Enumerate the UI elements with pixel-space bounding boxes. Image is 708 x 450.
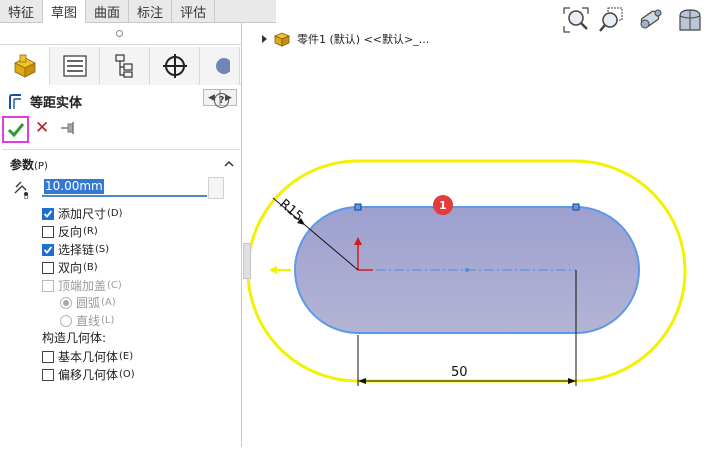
add-dimensions-key: (D) (107, 208, 123, 219)
offset-geometry-checkbox[interactable] (42, 368, 54, 381)
configuration-tree-icon (114, 54, 133, 78)
graphics-area[interactable]: R15 50 1 (243, 23, 708, 447)
zoom-fit-icon[interactable] (562, 6, 590, 34)
offset-geometry-label: 偏移几何体 (58, 368, 119, 382)
part-name: 零件1 (默认) <<默认>_... (297, 33, 430, 46)
bidirectional-key: (B) (83, 262, 98, 273)
select-chain-key: (S) (95, 244, 110, 255)
expand-arrow-icon[interactable] (262, 35, 267, 43)
tab-sketch[interactable]: 草图 (43, 0, 87, 23)
help-icon[interactable]: ? (214, 93, 229, 108)
option-cap-line: 直线 (L) (60, 312, 114, 329)
section-view-icon[interactable] (676, 6, 704, 34)
manager-tabs (0, 47, 242, 85)
offset-distance-icon: D (14, 181, 29, 199)
tab-evaluate[interactable]: 评估 (172, 0, 216, 23)
chevron-up-icon[interactable] (224, 159, 234, 169)
midpoint (465, 268, 469, 272)
reverse-checkbox[interactable] (42, 225, 54, 238)
previous-view-icon[interactable] (636, 6, 664, 34)
feature-manager-tab[interactable] (0, 47, 50, 85)
command-tabs: 特征 草图 曲面 标注 评估 (0, 0, 276, 23)
option-cap-ends: 顶端加盖 (C) (42, 277, 122, 294)
panel-grip[interactable] (0, 23, 242, 45)
crosshair-icon (162, 54, 187, 78)
offset-entities-icon (9, 93, 21, 109)
add-dimensions-label: 添加尺寸 (58, 207, 107, 221)
tab-features[interactable]: 特征 (0, 0, 44, 23)
cancel-button[interactable]: ✕ (35, 119, 51, 137)
bidirectional-label: 双向 (58, 261, 83, 275)
option-bidirectional[interactable]: 双向 (B) (42, 259, 98, 276)
pin-button[interactable] (60, 120, 78, 136)
offset-geometry-key: (O) (119, 369, 135, 380)
distance-value[interactable]: 10.00mm (44, 179, 104, 194)
cap-arc-key: (A) (101, 297, 116, 308)
check-icon (43, 245, 53, 254)
tab-surfaces[interactable]: 曲面 (86, 0, 130, 23)
pin-icon (61, 122, 74, 134)
sketch-point[interactable] (572, 203, 580, 211)
parameters-group-label: 参数(P) (10, 157, 48, 172)
panel-collapse-handle[interactable] (243, 243, 251, 279)
option-reverse[interactable]: 反向 (R) (42, 223, 98, 240)
property-manager-tab[interactable] (50, 47, 100, 85)
sketch-canvas[interactable]: R15 50 1 (243, 23, 708, 447)
construction-geometry-label: 构造几何体: (42, 331, 107, 345)
dimxpert-manager-tab[interactable] (150, 47, 200, 85)
zoom-area-icon[interactable] (598, 6, 626, 34)
parameters-group-header[interactable]: 参数(P) (10, 155, 234, 173)
base-geometry-label: 基本几何体 (58, 350, 119, 364)
distance-input[interactable]: 10.00mm (42, 177, 207, 197)
add-dimensions-checkbox[interactable] (42, 207, 54, 220)
configuration-manager-tab[interactable] (100, 47, 150, 85)
cap-arc-radio (60, 296, 72, 309)
appearance-sphere-icon (215, 58, 230, 74)
cap-line-key: (L) (101, 315, 115, 326)
ok-button[interactable] (2, 116, 29, 143)
option-offset-geometry[interactable]: 偏移几何体 (O) (42, 366, 135, 383)
property-manager-panel: ◀ ▶ 等距实体 ? ✕ 参数(P) D 10.00mm 添加尺寸 (D) 反向… (0, 23, 242, 447)
length-dimension[interactable]: 50 (451, 365, 468, 380)
option-select-chain[interactable]: 选择链 (S) (42, 241, 109, 258)
display-manager-tab[interactable] (200, 47, 240, 85)
cap-line-label: 直线 (76, 314, 101, 328)
checkmark-icon (7, 122, 24, 137)
dimension-arrowhead (568, 378, 576, 384)
tab-markup[interactable]: 标注 (129, 0, 173, 23)
base-geometry-key: (E) (119, 351, 134, 362)
sketch-point[interactable] (354, 203, 362, 211)
cap-arc-label: 圆弧 (76, 296, 101, 310)
base-geometry-checkbox[interactable] (42, 350, 54, 363)
check-icon (43, 209, 53, 218)
dimension-arrowhead (358, 378, 366, 384)
offset-direction-arrowhead[interactable] (269, 266, 277, 274)
cap-ends-key: (C) (107, 280, 122, 291)
option-cap-arc: 圆弧 (A) (60, 294, 116, 311)
callout-badge-number: 1 (439, 199, 447, 212)
grip-dot-icon (116, 30, 123, 37)
cap-ends-checkbox (42, 279, 54, 292)
select-chain-checkbox[interactable] (42, 243, 54, 256)
feature-header: 等距实体 (8, 92, 82, 111)
part-icon (273, 32, 291, 47)
cap-ends-label: 顶端加盖 (58, 279, 107, 293)
bidirectional-checkbox[interactable] (42, 261, 54, 274)
svg-text:D: D (24, 194, 29, 199)
property-list-icon (62, 55, 87, 77)
feature-title: 等距实体 (30, 96, 83, 111)
option-base-geometry[interactable]: 基本几何体 (E) (42, 348, 133, 365)
reverse-label: 反向 (58, 225, 83, 239)
divider (2, 149, 240, 150)
option-add-dimensions[interactable]: 添加尺寸 (D) (42, 205, 123, 222)
feature-tree-icon (13, 54, 36, 78)
distance-spinner[interactable] (208, 177, 224, 199)
reverse-key: (R) (83, 226, 98, 237)
select-chain-label: 选择链 (58, 243, 95, 257)
cap-line-radio (60, 314, 72, 327)
feature-tree-flyout[interactable]: 零件1 (默认) <<默认>_... (262, 30, 429, 48)
